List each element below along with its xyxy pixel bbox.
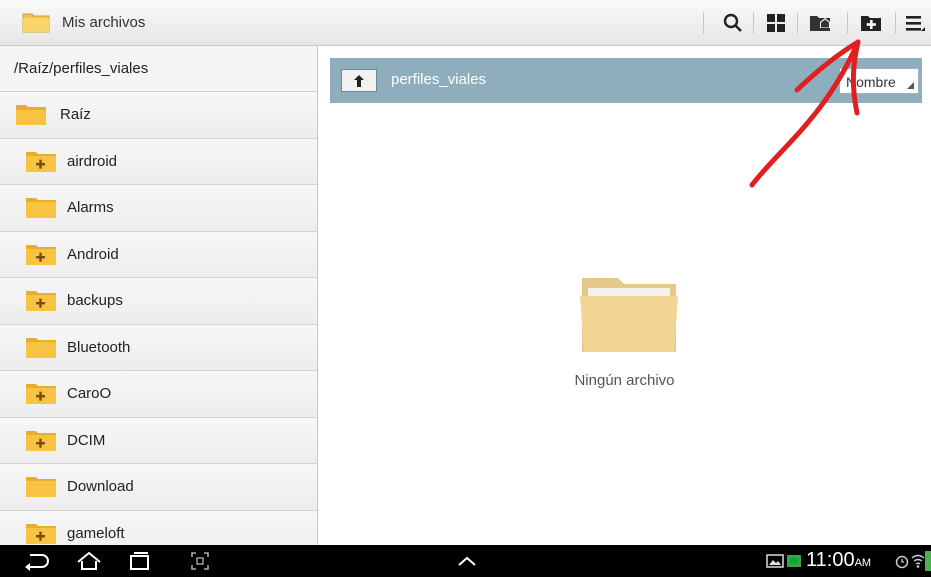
dropdown-arrow-icon — [907, 82, 914, 89]
folder-icon — [26, 198, 56, 218]
tree-item-label: backups — [67, 292, 123, 309]
tree-item-folder[interactable]: Download — [0, 464, 317, 511]
folder-plus-icon[interactable] — [26, 381, 56, 405]
battery-notification-icon — [787, 555, 801, 567]
toolbar-divider — [703, 12, 704, 34]
folder-list: airdroid Alarms Android backups Bluetooth Car… — [0, 138, 317, 545]
folder-plus-icon[interactable] — [26, 288, 56, 312]
recent-apps-icon[interactable] — [128, 551, 152, 571]
tree-item-label: airdroid — [67, 152, 118, 170]
tree-item-folder[interactable]: Android — [0, 231, 317, 278]
clock: 11:00AM — [806, 549, 871, 572]
tree-item-folder[interactable]: backups — [0, 278, 317, 325]
folder-plus-icon[interactable] — [26, 242, 56, 266]
folder-icon — [22, 13, 50, 33]
empty-folder-icon — [580, 278, 678, 352]
app-title: Mis archivos — [62, 14, 146, 31]
system-navigation-bar: 11:00AM — [0, 545, 931, 577]
tree-item-label: Download — [67, 478, 134, 495]
folder-icon — [16, 105, 46, 125]
folder-plus-icon[interactable] — [26, 428, 56, 452]
tree-item-folder[interactable]: DCIM — [0, 417, 317, 464]
folder-plus-icon[interactable] — [26, 149, 56, 173]
tree-item-label: DCIM — [67, 431, 106, 449]
annotation-arrow — [749, 39, 861, 188]
tree-item-label: CaroO — [67, 385, 112, 402]
empty-message: Ningún archivo — [574, 372, 675, 389]
chevron-up-icon[interactable] — [455, 551, 479, 571]
menu-button[interactable] — [900, 8, 930, 38]
clock-ampm: AM — [854, 557, 872, 569]
gallery-notification-icon — [766, 554, 784, 568]
tree-item-root[interactable]: Raíz — [0, 92, 317, 139]
wifi-icon — [911, 554, 925, 568]
battery-icon — [925, 551, 931, 571]
toolbar-divider — [895, 12, 896, 34]
folder-plus-icon[interactable] — [26, 521, 56, 545]
folder-tree-panel: /Raíz/perfiles_viales Raíz airdroid Alarm… — [0, 46, 318, 545]
up-folder-button[interactable] — [341, 69, 377, 92]
tree-item-label: Alarms — [67, 199, 114, 216]
tree-item-label: Android — [67, 245, 119, 263]
tree-item-folder[interactable]: Bluetooth — [0, 324, 317, 371]
tree-item-folder[interactable]: airdroid — [0, 138, 317, 185]
arrow-up-icon — [354, 74, 364, 87]
folder-icon — [26, 477, 56, 497]
current-folder-name: perfiles_viales — [391, 71, 487, 88]
tree-item-folder[interactable]: CaroO — [0, 371, 317, 418]
menu-icon — [906, 16, 925, 31]
screenshot-icon[interactable] — [190, 551, 210, 571]
tree-item-label: Bluetooth — [67, 338, 131, 356]
alarm-icon — [895, 555, 909, 569]
tree-item-label: Raíz — [60, 106, 91, 123]
folder-icon — [26, 337, 56, 358]
home-icon[interactable] — [76, 551, 102, 571]
tree-item-folder[interactable]: gameloft — [0, 510, 317, 545]
clock-time: 11:00 — [806, 549, 855, 571]
tree-item-label: gameloft — [67, 524, 125, 542]
current-path: /Raíz/perfiles_viales — [0, 46, 317, 92]
back-icon[interactable] — [22, 551, 50, 571]
tree-item-folder[interactable]: Alarms — [0, 185, 317, 232]
